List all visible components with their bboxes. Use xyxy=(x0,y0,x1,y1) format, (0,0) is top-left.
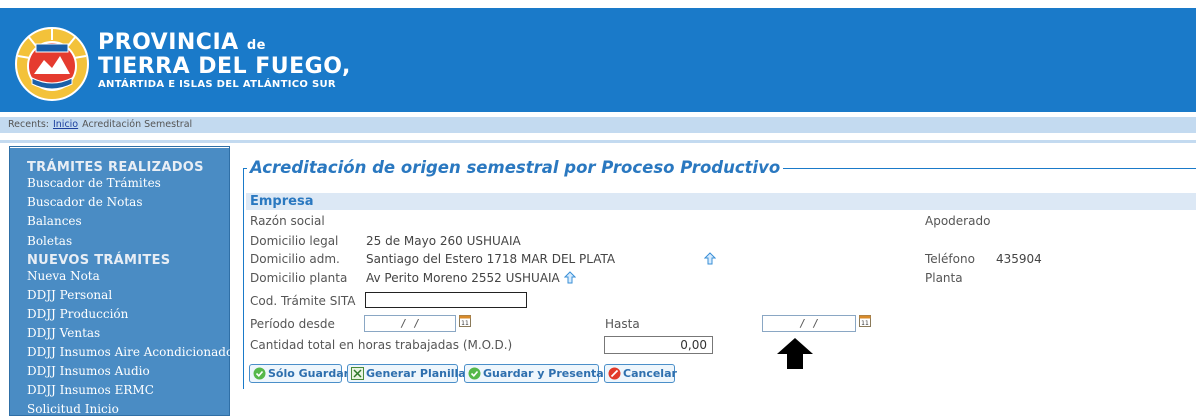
cod-tramite-label: Cod. Trámite SITA xyxy=(250,294,356,308)
cantidad-horas-input[interactable]: 0,00 xyxy=(604,336,713,354)
hasta-label: Hasta xyxy=(605,317,640,331)
guardar-presentar-button[interactable]: Guardar y Presentar xyxy=(464,364,609,383)
divider xyxy=(0,140,1196,143)
province-brand: PROVINCIA de TIERRA DEL FUEGO, ANTÁRTIDA… xyxy=(98,32,351,90)
telefono-label: Teléfono xyxy=(925,252,975,266)
periodo-desde-input[interactable]: / / xyxy=(364,315,456,332)
domicilio-legal-value: 25 de Mayo 260 USHUAIA xyxy=(366,234,521,248)
sidebar-item-ddjj-produccion[interactable]: DDJJ Producción xyxy=(27,307,128,321)
check-circle-icon xyxy=(253,367,266,380)
sidebar-section-nuevos-tramites: NUEVOS TRÁMITES xyxy=(27,253,171,268)
sidebar-item-buscador-notas[interactable]: Buscador de Notas xyxy=(27,195,143,209)
sidebar-section-tramites-realizados: TRÁMITES REALIZADOS xyxy=(27,160,204,175)
province-seal-icon xyxy=(15,27,89,101)
sidebar-item-ddjj-ventas[interactable]: DDJJ Ventas xyxy=(27,326,100,340)
razon-social-label: Razón social xyxy=(250,214,325,228)
hasta-input[interactable]: / / xyxy=(762,315,856,332)
sidebar-item-nueva-nota[interactable]: Nueva Nota xyxy=(27,269,100,283)
domicilio-adm-value: Santiago del Estero 1718 MAR DEL PLATA xyxy=(366,252,616,266)
breadcrumb-current: Acreditación Semestral xyxy=(82,119,193,130)
sidebar-item-ddjj-audio[interactable]: DDJJ Insumos Audio xyxy=(27,364,150,378)
cantidad-horas-label: Cantidad total en horas trabajadas (M.O.… xyxy=(250,338,513,352)
arrow-up-marker-icon xyxy=(777,338,813,369)
apoderado-label: Apoderado xyxy=(925,214,991,228)
brand-line1: PROVINCIA xyxy=(98,30,239,55)
telefono-value: 435904 xyxy=(996,252,1042,266)
domicilio-planta-value: Av Perito Moreno 2552 USHUAIA xyxy=(366,271,560,285)
sidebar-item-solicitud-inicio[interactable]: Solicitud Inicio xyxy=(27,402,119,416)
domicilio-legal-label: Domicilio legal xyxy=(250,234,339,248)
domicilio-adm-label: Domicilio adm. xyxy=(250,252,340,266)
solo-guardar-label: Sólo Guardar xyxy=(268,367,350,380)
site-header: PROVINCIA de TIERRA DEL FUEGO, ANTÁRTIDA… xyxy=(0,8,1196,112)
periodo-desde-label: Período desde xyxy=(250,317,335,331)
breadcrumb-home-link[interactable]: Inicio xyxy=(53,119,78,130)
cancelar-button[interactable]: Cancelar xyxy=(604,364,677,383)
guardar-presentar-label: Guardar y Presentar xyxy=(483,367,610,380)
breadcrumb: Recents: Inicio Acreditación Semestral xyxy=(0,117,1196,133)
cancelar-label: Cancelar xyxy=(623,367,677,380)
calendar-icon[interactable]: 11 xyxy=(459,314,471,327)
spreadsheet-icon xyxy=(351,367,364,380)
svg-text:11: 11 xyxy=(461,320,469,327)
sidebar-item-balances[interactable]: Balances xyxy=(27,214,82,228)
calendar-icon[interactable]: 11 xyxy=(859,314,871,327)
brand-line2: TIERRA DEL FUEGO, xyxy=(98,54,351,79)
section-bar xyxy=(246,193,1196,210)
check-circle-icon xyxy=(468,367,481,380)
generar-planilla-button[interactable]: Generar Planilla xyxy=(347,364,466,383)
solo-guardar-button[interactable]: Sólo Guardar xyxy=(249,364,349,383)
sidebar-menu: TRÁMITES REALIZADOS Buscador de Trámites… xyxy=(9,146,233,416)
sidebar-item-buscador-tramites[interactable]: Buscador de Trámites xyxy=(27,176,161,190)
cancel-icon xyxy=(608,367,621,380)
generar-planilla-label: Generar Planilla xyxy=(366,367,466,380)
arrow-up-icon[interactable] xyxy=(704,252,716,265)
arrow-up-icon[interactable] xyxy=(564,271,576,284)
sidebar-item-ddjj-personal[interactable]: DDJJ Personal xyxy=(27,288,112,302)
sidebar-item-boletas[interactable]: Boletas xyxy=(27,234,72,248)
sidebar-item-ddjj-ermc[interactable]: DDJJ Insumos ERMC xyxy=(27,383,154,397)
brand-de: de xyxy=(246,38,266,53)
brand-line3: ANTÁRTIDA E ISLAS DEL ATLÁNTICO SUR xyxy=(98,79,336,90)
domicilio-planta-label: Domicilio planta xyxy=(250,271,348,285)
breadcrumb-prefix: Recents: xyxy=(8,119,49,130)
section-title-empresa: Empresa xyxy=(250,194,314,209)
svg-text:11: 11 xyxy=(861,320,869,327)
form-title: Acreditación de origen semestral por Pro… xyxy=(247,158,784,177)
planta-label: Planta xyxy=(925,271,963,285)
cod-tramite-input[interactable] xyxy=(365,292,527,308)
sidebar-item-ddjj-aire[interactable]: DDJJ Insumos Aire Acondicionado xyxy=(27,345,233,359)
